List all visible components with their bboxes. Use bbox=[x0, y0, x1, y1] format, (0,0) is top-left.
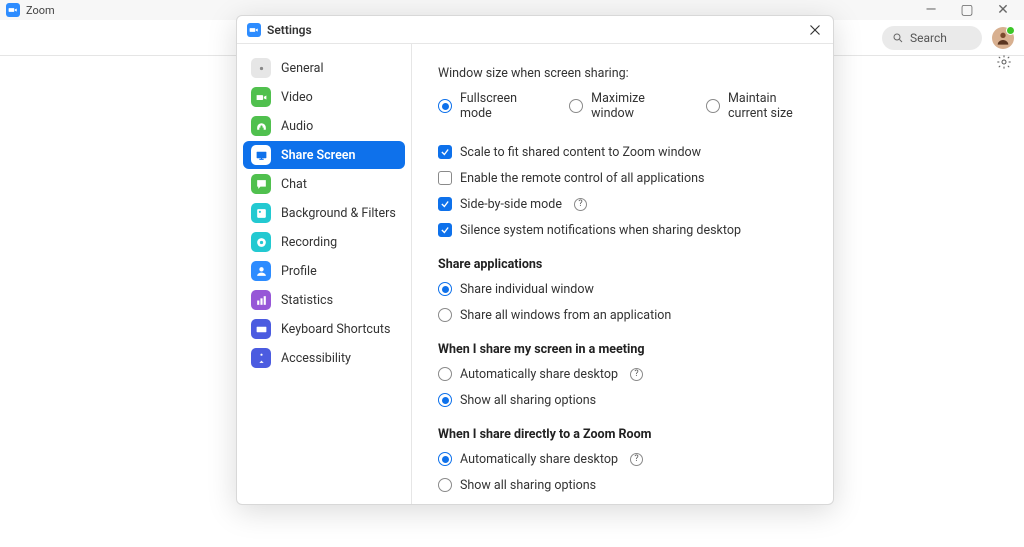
sidebar-item-label: Keyboard Shortcuts bbox=[281, 322, 390, 337]
sidebar-item-background-filters[interactable]: Background & Filters bbox=[243, 199, 405, 227]
sidebar-item-accessibility[interactable]: Accessibility bbox=[243, 344, 405, 372]
window-size-label: Window size when screen sharing: bbox=[438, 66, 807, 81]
sidebar-item-label: Chat bbox=[281, 177, 307, 192]
modal-close-button[interactable] bbox=[807, 22, 823, 38]
close-window-button[interactable]: ✕ bbox=[996, 2, 1010, 18]
settings-modal: Settings General Video Audio Share Scree… bbox=[236, 15, 834, 505]
profile-icon bbox=[251, 261, 271, 281]
sidebar-item-label: Profile bbox=[281, 264, 317, 279]
sidebar-item-label: General bbox=[281, 61, 324, 76]
search-icon bbox=[892, 32, 904, 44]
sidebar-item-profile[interactable]: Profile bbox=[243, 257, 405, 285]
minimize-button[interactable]: — bbox=[924, 2, 938, 18]
sidebar-item-label: Audio bbox=[281, 119, 313, 134]
sidebar-item-general[interactable]: General bbox=[243, 54, 405, 82]
sidebar-item-label: Share Screen bbox=[281, 148, 356, 163]
app-title: Zoom bbox=[26, 4, 55, 17]
app-icon bbox=[6, 3, 20, 17]
checkbox-side-by-side[interactable]: Side-by-side mode ? bbox=[438, 195, 807, 213]
sidebar-item-statistics[interactable]: Statistics bbox=[243, 286, 405, 314]
recording-icon bbox=[251, 232, 271, 252]
user-avatar[interactable] bbox=[992, 27, 1014, 49]
avatar-icon bbox=[995, 30, 1011, 46]
maximize-button[interactable]: ▢ bbox=[960, 2, 974, 18]
sidebar-item-audio[interactable]: Audio bbox=[243, 112, 405, 140]
search-input[interactable]: Search bbox=[882, 26, 982, 50]
help-icon[interactable]: ? bbox=[630, 368, 643, 381]
sidebar-item-label: Video bbox=[281, 90, 313, 105]
sidebar-item-keyboard-shortcuts[interactable]: Keyboard Shortcuts bbox=[243, 315, 405, 343]
modal-title: Settings bbox=[267, 23, 312, 37]
settings-gear-button[interactable] bbox=[996, 54, 1012, 74]
radio-zoomroom-auto-desktop[interactable]: Automatically share desktop ? bbox=[438, 450, 807, 468]
radio-meeting-auto-desktop[interactable]: Automatically share desktop ? bbox=[438, 365, 807, 383]
chat-icon bbox=[251, 174, 271, 194]
share-screen-icon bbox=[251, 145, 271, 165]
settings-modal-icon bbox=[247, 23, 261, 37]
radio-share-all-windows[interactable]: Share all windows from an application bbox=[438, 306, 807, 324]
accessibility-icon bbox=[251, 348, 271, 368]
help-icon[interactable]: ? bbox=[574, 198, 587, 211]
modal-header: Settings bbox=[237, 16, 833, 44]
audio-icon bbox=[251, 116, 271, 136]
search-placeholder: Search bbox=[910, 31, 947, 45]
share-meeting-title: When I share my screen in a meeting bbox=[438, 342, 807, 357]
radio-zoomroom-show-all[interactable]: Show all sharing options bbox=[438, 476, 807, 494]
radio-fullscreen-mode[interactable]: Fullscreen mode bbox=[438, 91, 521, 121]
sidebar-item-share-screen[interactable]: Share Screen bbox=[243, 141, 405, 169]
background-icon bbox=[251, 203, 271, 223]
sidebar-item-video[interactable]: Video bbox=[243, 83, 405, 111]
help-icon[interactable]: ? bbox=[630, 453, 643, 466]
general-icon bbox=[251, 58, 271, 78]
zoom-room-title: When I share directly to a Zoom Room bbox=[438, 427, 807, 442]
sidebar-item-label: Recording bbox=[281, 235, 337, 250]
sidebar-item-label: Accessibility bbox=[281, 351, 351, 366]
checkbox-scale-to-fit[interactable]: Scale to fit shared content to Zoom wind… bbox=[438, 143, 807, 161]
radio-meeting-show-all[interactable]: Show all sharing options bbox=[438, 391, 807, 409]
radio-maximize-window[interactable]: Maximize window bbox=[569, 91, 658, 121]
statistics-icon bbox=[251, 290, 271, 310]
sidebar-item-recording[interactable]: Recording bbox=[243, 228, 405, 256]
sidebar-item-chat[interactable]: Chat bbox=[243, 170, 405, 198]
checkbox-silence-notifications[interactable]: Silence system notifications when sharin… bbox=[438, 221, 807, 239]
share-applications-title: Share applications bbox=[438, 257, 807, 272]
keyboard-icon bbox=[251, 319, 271, 339]
sidebar-item-label: Background & Filters bbox=[281, 206, 396, 221]
radio-maintain-current-size[interactable]: Maintain current size bbox=[706, 91, 807, 121]
video-icon bbox=[251, 87, 271, 107]
radio-share-individual-window[interactable]: Share individual window bbox=[438, 280, 807, 298]
checkbox-remote-control[interactable]: Enable the remote control of all applica… bbox=[438, 169, 807, 187]
settings-content: Window size when screen sharing: Fullscr… bbox=[412, 44, 833, 504]
sidebar-item-label: Statistics bbox=[281, 293, 333, 308]
settings-sidebar: General Video Audio Share Screen Chat Ba… bbox=[237, 44, 412, 504]
